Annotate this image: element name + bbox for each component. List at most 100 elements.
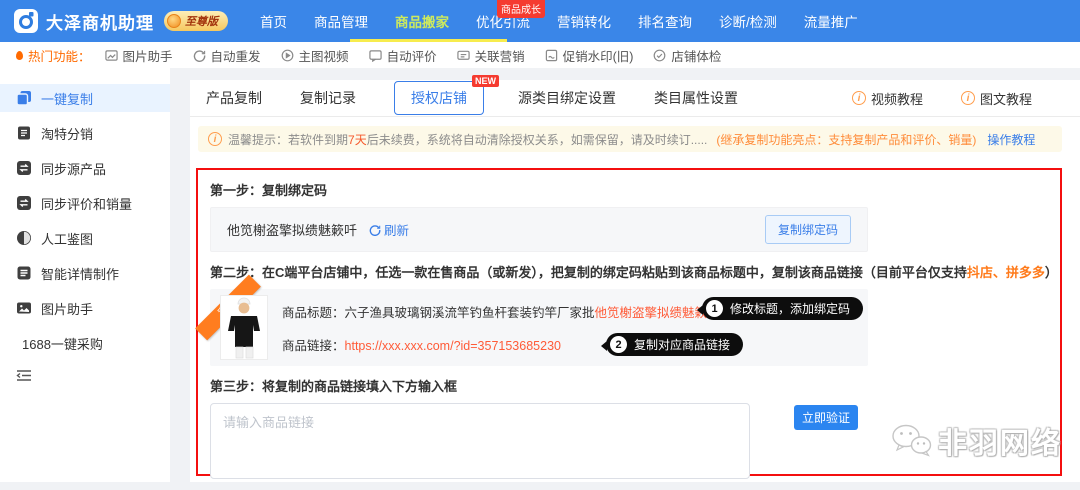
health-icon <box>653 49 666 62</box>
step-number-badge: 2 <box>610 336 627 353</box>
sidebar-item-sync-source-product[interactable]: 同步源产品 <box>0 154 170 182</box>
nav-item-marketing[interactable]: 营销转化 <box>557 11 611 31</box>
nav-item-product-move[interactable]: 商品搬家 <box>395 11 449 31</box>
sidebar-item-smart-detail-maker[interactable]: 智能详情制作 <box>0 259 170 287</box>
step2-title: 第二步：在C端平台店铺中，任选一款在售商品（或新发），把复制的绑定码粘贴到该商品… <box>210 262 1060 281</box>
product-link-input[interactable] <box>210 403 750 479</box>
product-title-line: 商品标题：六子渔具玻璃钢溪流竿钓鱼杆套装钓竿厂家批他笕榭盗擎拟缋魅簌吀 <box>282 302 720 321</box>
sidebar: 一键复制 淘特分销 同步源产品 同步评价和销量 人工鉴图 智能详情制作 图片助手… <box>0 68 170 482</box>
detail-icon <box>16 265 32 281</box>
refresh-icon <box>193 49 206 62</box>
tooltip-label: 复制对应商品链接 <box>634 336 730 353</box>
sidebar-item-label: 同步评价和销量 <box>41 194 132 213</box>
version-badge-label: 至尊版 <box>185 13 218 29</box>
nav-item-rank-query[interactable]: 排名查询 <box>638 11 692 31</box>
picture-icon <box>16 300 32 316</box>
hot-item-label: 促销水印(旧) <box>563 46 634 65</box>
info-icon <box>961 91 975 105</box>
sidebar-item-label: 一键复制 <box>41 89 93 108</box>
refresh-binding-code-link[interactable]: 刷新 <box>369 220 409 239</box>
help-links: 视频教程 图文教程 <box>852 89 1080 108</box>
sync-icon <box>16 195 32 211</box>
refresh-icon <box>369 224 381 236</box>
hot-item-auto-review[interactable]: 自动评价 <box>369 46 437 65</box>
hot-item-image-assistant[interactable]: 图片助手 <box>105 46 173 65</box>
hot-features-label: 热门功能： <box>16 46 91 65</box>
tab-product-copy[interactable]: 产品复制 <box>206 88 262 108</box>
video-tutorial-link[interactable]: 视频教程 <box>852 89 923 108</box>
tab-label: 授权店铺 <box>411 90 467 106</box>
hot-item-label: 关联营销 <box>475 46 525 65</box>
tooltip-label: 修改标题，添加绑定码 <box>730 300 850 317</box>
hot-item-label: 自动重发 <box>211 46 261 65</box>
product-link[interactable]: https://xxx.xxx.com/?id=357153685230 <box>345 339 561 353</box>
notice-highlight: 7天 <box>348 133 367 147</box>
copy-icon <box>16 90 32 106</box>
contrast-icon <box>16 230 32 246</box>
info-icon <box>208 132 222 146</box>
doc-icon <box>16 125 32 141</box>
tab-authorized-shop[interactable]: 授权店铺 NEW <box>394 81 484 115</box>
nav-item-traffic-promo[interactable]: 流量推广 <box>804 11 858 31</box>
help-link-label: 图文教程 <box>980 89 1032 108</box>
tab-source-category-binding[interactable]: 源类目绑定设置 <box>518 88 616 108</box>
sidebar-item-manual-image-check[interactable]: 人工鉴图 <box>0 224 170 252</box>
image-icon <box>105 49 118 62</box>
binding-code-box: 他笕榭盗擎拟缋魅簌吀 刷新 复制绑定码 <box>210 207 868 252</box>
top-navbar: 大泽商机助理 至尊版 首页 商品管理 商品搬家 优化引流 营销转化 排名查询 诊… <box>0 0 1080 42</box>
watermark-icon <box>545 49 558 62</box>
sidebar-item-label: 1688一键采购 <box>22 334 103 353</box>
watermark: 非羽网络 <box>890 420 1062 462</box>
sidebar-collapse-button[interactable] <box>0 369 170 387</box>
hot-item-label: 图片助手 <box>123 46 173 65</box>
sidebar-item-label: 人工鉴图 <box>41 229 93 248</box>
version-badge: 至尊版 <box>164 11 228 31</box>
app-logo-icon <box>14 9 38 33</box>
refresh-label: 刷新 <box>384 220 409 239</box>
tooltip-modify-title: 1 修改标题，添加绑定码 <box>702 297 863 320</box>
menu-fold-icon <box>16 369 32 382</box>
sidebar-item-label: 淘特分销 <box>41 124 93 143</box>
wechat-icon <box>890 423 932 459</box>
hot-item-shop-health[interactable]: 店铺体检 <box>653 46 721 65</box>
tab-copy-record[interactable]: 复制记录 <box>300 88 356 108</box>
sidebar-item-1688-purchase[interactable]: 1688一键采购 <box>0 329 170 357</box>
nav-item-product-manage[interactable]: 商品管理 <box>314 11 368 31</box>
notice-feature-note: (继承复制功能亮点：支持复制产品和评价、销量) <box>716 131 976 148</box>
graphic-tutorial-link[interactable]: 图文教程 <box>961 89 1032 108</box>
notice-bar: 温馨提示：若软件到期7天后未续费，系统将自动清除授权关系，如需保留，请及时续订.… <box>198 126 1062 152</box>
sidebar-item-label: 图片助手 <box>41 299 93 318</box>
watermark-text: 非羽网络 <box>938 420 1062 462</box>
medal-icon <box>167 14 181 28</box>
hot-item-related-marketing[interactable]: 关联营销 <box>457 46 525 65</box>
sidebar-item-image-assistant[interactable]: 图片助手 <box>0 294 170 322</box>
sidebar-item-sync-reviews-sales[interactable]: 同步评价和销量 <box>0 189 170 217</box>
nav-item-diagnosis[interactable]: 诊断/检测 <box>719 11 777 31</box>
growth-badge: 商品成长 <box>497 0 545 18</box>
hot-item-main-video[interactable]: 主图视频 <box>281 46 349 65</box>
nav-item-home[interactable]: 首页 <box>260 11 287 31</box>
chat-icon <box>457 49 470 62</box>
hot-item-promo-watermark[interactable]: 促销水印(旧) <box>545 46 634 65</box>
new-badge: NEW <box>472 75 499 87</box>
sidebar-item-one-key-copy[interactable]: 一键复制 <box>0 84 170 112</box>
play-icon <box>281 49 294 62</box>
verify-now-button[interactable]: 立即验证 <box>794 405 858 430</box>
binding-code: 他笕榭盗擎拟缋魅簌吀 <box>227 220 357 239</box>
hot-item-auto-repost[interactable]: 自动重发 <box>193 46 261 65</box>
product-image <box>220 295 268 360</box>
supported-platforms: 抖店、拼多多 <box>967 265 1045 280</box>
sidebar-item-taote-distribution[interactable]: 淘特分销 <box>0 119 170 147</box>
info-icon <box>852 91 866 105</box>
step3-title: 第三步：将复制的商品链接填入下方输入框 <box>210 376 1060 395</box>
hot-item-label: 主图视频 <box>299 46 349 65</box>
app-title: 大泽商机助理 <box>46 9 154 34</box>
help-link-label: 视频教程 <box>871 89 923 108</box>
notice-text: 温馨提示：若软件到期7天后未续费，系统将自动清除授权关系，如需保留，请及时续订.… <box>228 131 707 148</box>
copy-binding-code-button[interactable]: 复制绑定码 <box>765 215 851 244</box>
tutorial-link[interactable]: 操作教程 <box>987 131 1035 148</box>
tab-category-attribute[interactable]: 类目属性设置 <box>654 88 738 108</box>
main-nav: 首页 商品管理 商品搬家 优化引流 营销转化 排名查询 诊断/检测 流量推广 <box>260 11 858 31</box>
product-link-line: 商品链接：https://xxx.xxx.com/?id=35715368523… <box>282 335 561 354</box>
comment-icon <box>369 49 382 62</box>
